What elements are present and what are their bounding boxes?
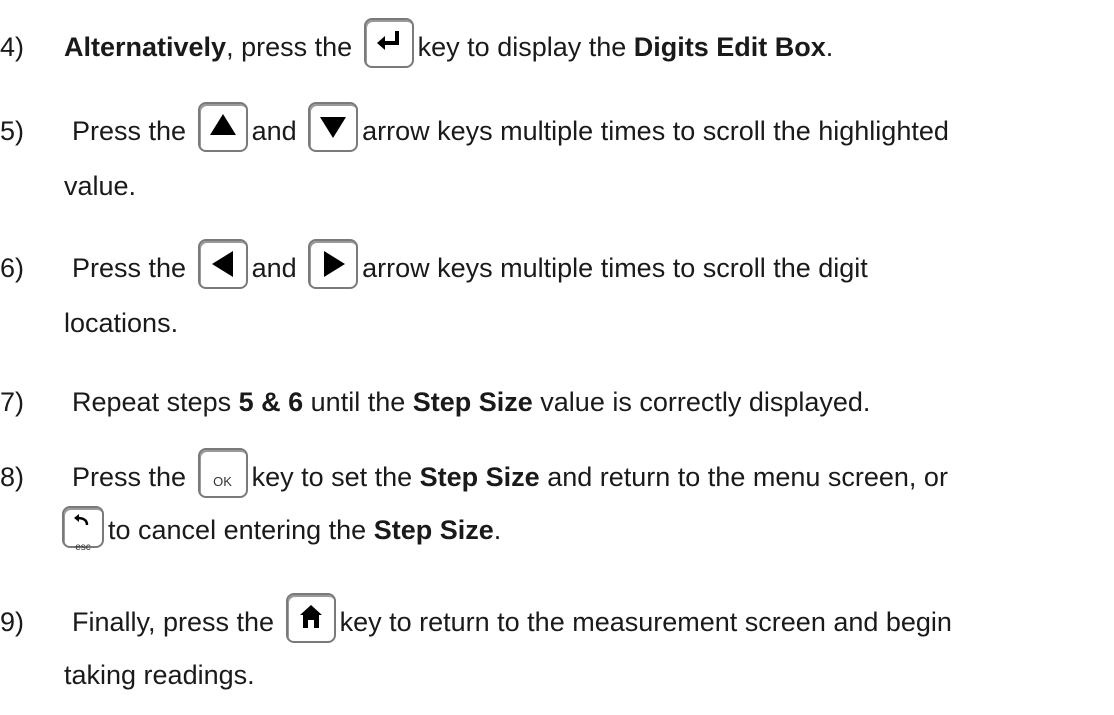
step-text: until the	[303, 387, 413, 417]
step-8-continuation: esc to cancel entering the Step Size.	[62, 505, 502, 553]
step-text: and	[251, 116, 305, 146]
enter-key	[363, 17, 414, 68]
step-text: key to return to the measurement screen …	[339, 607, 952, 637]
step-text: Press the	[72, 462, 194, 492]
down-arrow-key	[308, 101, 359, 152]
step-text: to cancel entering the	[108, 515, 374, 545]
step-text: Finally, press the	[72, 607, 282, 637]
up-arrow-icon	[209, 113, 236, 135]
up-arrow-key	[197, 101, 248, 152]
ok-key-label: OK	[213, 473, 232, 489]
step-9-continuation: taking readings.	[64, 660, 255, 690]
down-arrow-icon	[320, 116, 347, 138]
step-text: .	[493, 515, 502, 545]
emphasis-text: Step Size	[419, 462, 540, 492]
step-text: , press the	[226, 32, 360, 62]
emphasis-text: Step Size	[373, 515, 494, 545]
step-text: value is correctly displayed.	[532, 387, 871, 417]
emphasis-text: 5 & 6	[238, 387, 304, 417]
right-arrow-key	[308, 238, 359, 289]
step-text: arrow keys multiple times to scroll the …	[362, 116, 949, 146]
step-number: 8)	[0, 462, 25, 492]
step-number: 9)	[0, 607, 25, 637]
step-text: .	[825, 32, 834, 62]
step-number: 5)	[0, 116, 25, 146]
step-text: arrow keys multiple times to scroll the …	[362, 253, 868, 283]
step-text: Repeat steps	[72, 387, 239, 417]
left-arrow-icon	[211, 250, 233, 277]
step-5-continuation: value.	[64, 171, 137, 201]
step-number: 6)	[0, 253, 25, 283]
step-6-continuation: locations.	[64, 308, 179, 338]
emphasis-text: Alternatively	[64, 32, 227, 62]
step-text: Press the	[72, 116, 194, 146]
home-key	[285, 592, 336, 643]
ok-key: OK	[197, 447, 248, 498]
emphasis-text: Step Size	[412, 387, 533, 417]
step-text: and return to the menu screen, or	[539, 462, 948, 492]
enter-icon	[376, 30, 399, 50]
step-text: key to display the	[417, 32, 634, 62]
step-text: and	[251, 253, 305, 283]
home-icon	[299, 604, 322, 628]
right-arrow-icon	[324, 250, 346, 277]
esc-key: esc	[62, 505, 104, 553]
emphasis-text: Digits Edit Box	[633, 32, 826, 62]
left-arrow-key	[197, 238, 248, 289]
step-text: Press the	[72, 253, 194, 283]
step-number: 4)	[0, 32, 25, 62]
esc-key-label: esc	[75, 541, 91, 553]
step-text: key to set the	[251, 462, 420, 492]
step-number: 7)	[0, 387, 25, 417]
